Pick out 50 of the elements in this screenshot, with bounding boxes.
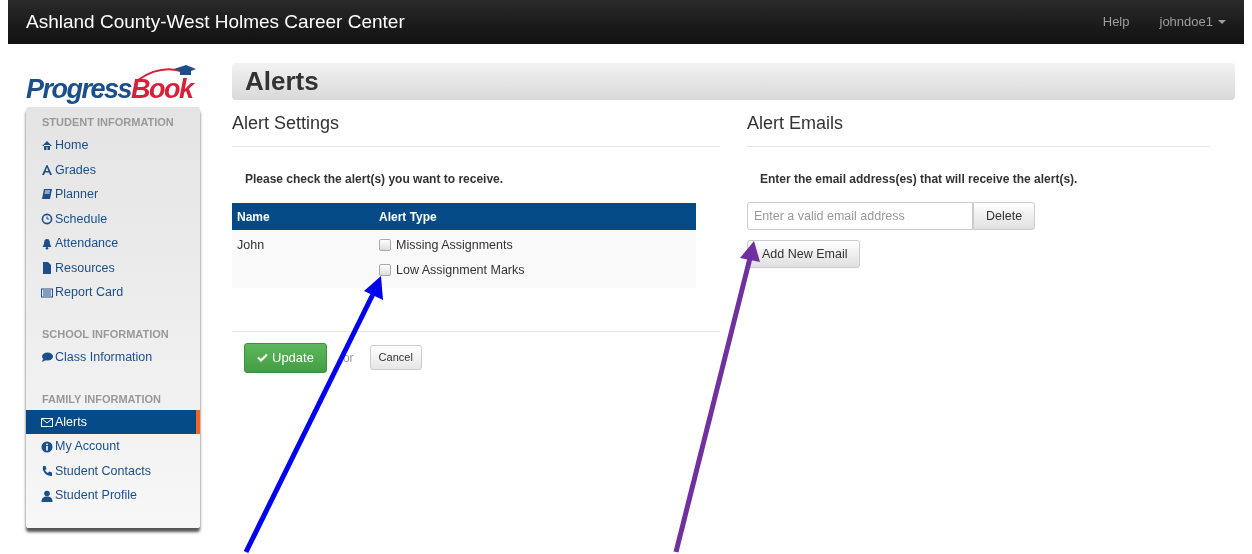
site-title[interactable]: Ashland County-West Holmes Career Center <box>26 7 405 37</box>
sidebar-item[interactable]: Resources <box>26 255 200 281</box>
sidebar-item[interactable]: Home <box>26 133 200 158</box>
sidebar-item[interactable]: Attendance <box>26 231 200 256</box>
sidebar-item[interactable]: Student Contacts <box>26 458 200 484</box>
checkbox-label: Low Assignment Marks <box>396 261 525 279</box>
person-icon <box>41 489 53 502</box>
section-title: Alert Emails <box>747 100 1210 147</box>
logo: ProgressBook <box>26 64 196 103</box>
table-cell-text: John <box>236 237 266 254</box>
sidebar-item[interactable]: Class Information <box>26 345 200 370</box>
bell-icon <box>41 237 53 250</box>
letter-icon <box>41 163 53 176</box>
checkbox-label: Missing Assignments <box>396 237 513 254</box>
speech-bubble-icon <box>41 351 53 364</box>
column-header: Name <box>236 208 271 226</box>
clock-icon <box>41 213 53 226</box>
checkbox[interactable] <box>379 264 391 277</box>
section-heading: FAMILY INFORMATION <box>41 391 162 407</box>
book-icon <box>41 188 53 201</box>
add-email-button[interactable]: Add New Email <box>747 240 861 268</box>
home-icon <box>41 139 53 152</box>
delete-button[interactable]: Delete <box>973 202 1036 230</box>
sidebar-item[interactable]: Schedule <box>26 206 200 232</box>
instruction-text: Please check the alert(s) you want to receive. <box>244 171 505 188</box>
sidebar-item[interactable]: Report Card <box>26 280 200 306</box>
section-heading: STUDENT INFORMATION <box>41 114 175 130</box>
card-icon <box>41 286 53 299</box>
section-title: Alert Settings <box>232 100 720 147</box>
cancel-button[interactable]: Cancel <box>369 345 422 370</box>
sidebar-item[interactable]: Grades <box>26 157 200 183</box>
checkmark-icon <box>257 353 268 362</box>
caret-icon <box>1218 20 1226 24</box>
envelope-icon <box>41 416 53 429</box>
user-menu[interactable]: johndoe1 <box>1159 12 1226 32</box>
sidebar-item[interactable]: Student Profile <box>26 483 200 509</box>
separator-text: or <box>342 349 354 367</box>
info-icon <box>41 440 53 453</box>
document-icon <box>41 262 53 275</box>
page-title: Alerts <box>232 63 1235 100</box>
email-field[interactable]: Enter a valid email address <box>747 202 973 230</box>
sidebar-item[interactable]: My Account <box>26 434 200 459</box>
column-header: Alert Type <box>379 208 438 226</box>
sidebar-item[interactable]: Alerts <box>26 409 200 435</box>
sidebar-item[interactable]: Planner <box>26 182 200 207</box>
phone-icon <box>41 465 53 478</box>
instruction-text: Enter the email address(es) that will receive the alert(s). <box>759 171 1079 188</box>
section-heading: SCHOOL INFORMATION <box>41 326 170 342</box>
nav-link[interactable]: Help <box>1102 12 1130 32</box>
checkbox[interactable] <box>379 239 391 252</box>
